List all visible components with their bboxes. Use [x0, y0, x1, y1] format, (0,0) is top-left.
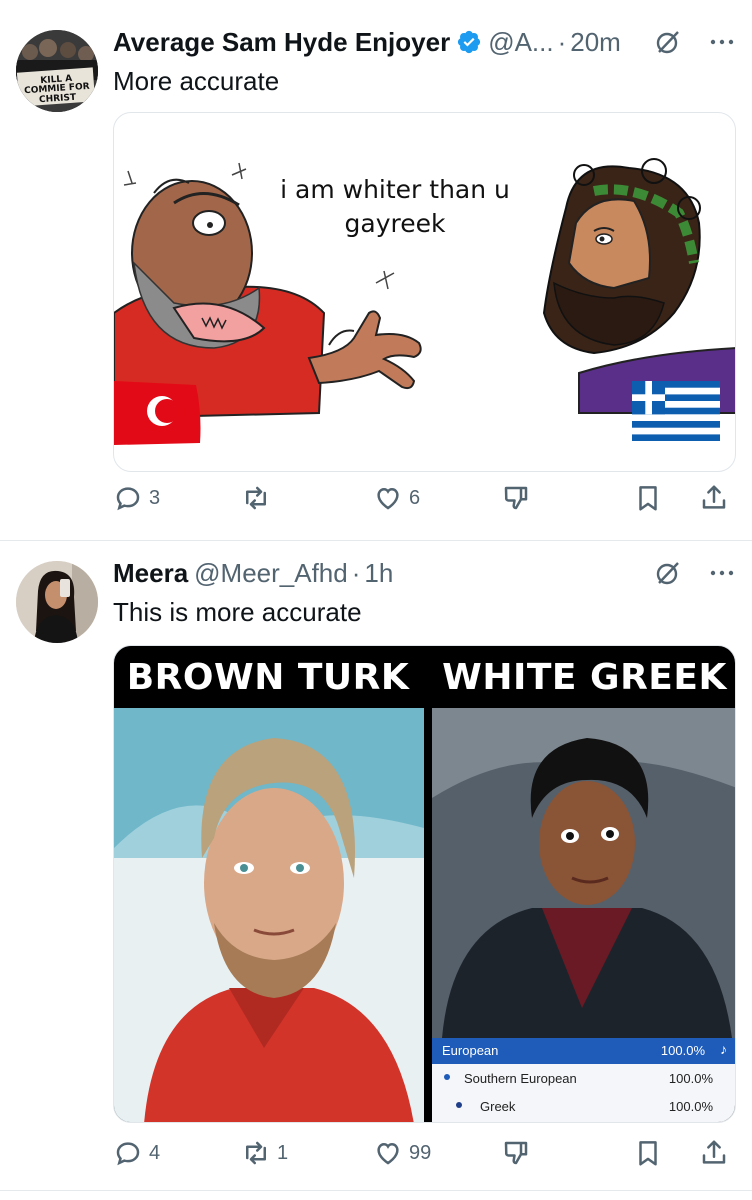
reply-button[interactable]: 4: [113, 1133, 160, 1173]
tweet-text: This is more accurate: [113, 597, 362, 627]
bullet-icon: [444, 1074, 450, 1080]
like-icon: [377, 1142, 399, 1165]
left-photo: [114, 708, 424, 1122]
ancestry-row-label: Greek: [480, 1099, 516, 1114]
more-icon[interactable]: [708, 559, 736, 587]
tiktok-icon: ♪: [720, 1041, 727, 1057]
tweet-actions: 4 1 99: [113, 1133, 736, 1173]
like-count: 99: [409, 1141, 432, 1164]
ancestry-row-value: 100.0%: [668, 1071, 713, 1086]
reply-count: 4: [149, 1141, 161, 1164]
tweet-media[interactable]: BROWN TURK WHITE GREEK European 100.0% ♪…: [113, 645, 736, 1123]
retweet-button[interactable]: [241, 478, 277, 518]
left-label: BROWN TURK: [126, 656, 410, 698]
avatar[interactable]: KILL A COMMIE FOR CHRIST: [16, 30, 98, 112]
reply-count: 3: [149, 486, 161, 509]
meme-caption-line: gayreek: [344, 208, 446, 238]
header-actions: [654, 28, 736, 56]
more-icon[interactable]: [708, 28, 736, 56]
retweet-icon: [246, 486, 266, 510]
separator-dot: ·: [351, 557, 361, 588]
ancestry-header-label: European: [442, 1043, 499, 1058]
dislike-icon: [504, 486, 528, 510]
bookmark-icon: [639, 1141, 657, 1166]
handle[interactable]: @A...: [488, 27, 553, 58]
avatar[interactable]: [16, 561, 98, 643]
tweet-actions: 3 6: [113, 478, 736, 518]
timestamp[interactable]: 20m: [570, 27, 621, 58]
ancestry-panel: European 100.0% ♪ Southern European 100.…: [432, 1038, 735, 1122]
dislike-button[interactable]: [501, 478, 531, 518]
handle[interactable]: @Meer_Afhd: [194, 558, 348, 589]
dislike-button[interactable]: [501, 1133, 531, 1173]
separator-dot: ·: [557, 26, 567, 57]
share-icon: [702, 485, 726, 509]
verified-badge-icon: [458, 30, 481, 54]
tweet-header: Average Sam Hyde Enjoyer @A... · 20m: [113, 24, 732, 60]
bookmark-icon: [639, 486, 657, 511]
retweet-count: 1: [277, 1141, 289, 1164]
reply-icon: [116, 1142, 140, 1166]
avatar-sign-text: KILL A COMMIE FOR CHRIST: [23, 73, 90, 106]
retweet-icon: [246, 1141, 266, 1165]
bookmark-button[interactable]: [633, 478, 663, 518]
meme-caption: i am whiter than u gayreek: [250, 173, 540, 241]
share-icon: [702, 1140, 726, 1164]
bookmark-button[interactable]: [633, 1133, 663, 1173]
reply-icon: [116, 487, 140, 511]
divider: [0, 1190, 752, 1191]
timestamp[interactable]: 1h: [364, 558, 393, 589]
grok-icon[interactable]: [654, 28, 682, 56]
meme-caption-line: i am whiter than u: [280, 175, 510, 204]
ancestry-header: European 100.0% ♪: [432, 1038, 735, 1064]
tweet-text: More accurate: [113, 66, 280, 96]
retweet-button[interactable]: 1: [241, 1133, 288, 1173]
right-photo: [432, 708, 735, 1038]
reply-button[interactable]: 3: [113, 478, 160, 518]
dislike-icon: [504, 1141, 528, 1165]
tweet-header: Meera @Meer_Afhd · 1h: [113, 555, 732, 591]
grok-icon[interactable]: [654, 559, 682, 587]
like-icon: [377, 487, 399, 510]
meme-illustration: [114, 158, 735, 445]
display-name[interactable]: Average Sam Hyde Enjoyer: [113, 27, 450, 58]
ancestry-row-value: 100.0%: [668, 1099, 713, 1114]
tweet[interactable]: Meera @Meer_Afhd · 1h This is more accur…: [0, 541, 752, 1191]
display-name[interactable]: Meera: [113, 558, 188, 589]
tweet[interactable]: KILL A COMMIE FOR CHRIST Average Sam Hyd…: [0, 0, 752, 540]
header-actions: [654, 559, 736, 587]
like-button[interactable]: 6: [373, 478, 420, 518]
ancestry-header-value: 100.0%: [660, 1043, 705, 1058]
bullet-icon: [456, 1102, 462, 1108]
like-button[interactable]: 99: [373, 1133, 431, 1173]
ancestry-row-label: Southern European: [464, 1071, 577, 1086]
right-label: WHITE GREEK: [442, 656, 727, 698]
share-button[interactable]: [699, 478, 729, 518]
like-count: 6: [409, 486, 421, 509]
tweet-media[interactable]: i am whiter than u gayreek: [113, 112, 736, 472]
share-button[interactable]: [699, 1133, 729, 1173]
